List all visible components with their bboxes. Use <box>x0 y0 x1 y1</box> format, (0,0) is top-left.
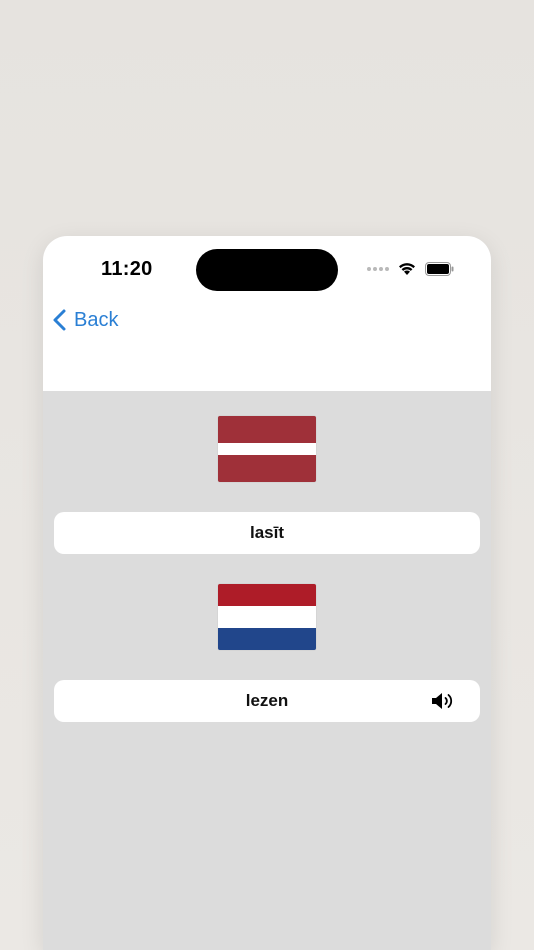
netherlands-flag-icon <box>218 584 316 650</box>
app-screen: 11:20 Back lasīt lezen <box>43 236 491 950</box>
dynamic-island <box>196 249 338 291</box>
target-word: lezen <box>245 691 289 710</box>
translation-content: lasīt lezen <box>43 391 491 950</box>
source-word: lasīt <box>249 523 285 542</box>
target-word-card: lezen <box>54 680 480 722</box>
back-label: Back <box>74 308 119 331</box>
cellular-signal-icon <box>367 266 389 271</box>
wifi-icon <box>399 263 415 275</box>
status-time: 11:20 <box>101 258 153 280</box>
latvia-flag-icon <box>218 416 316 482</box>
status-icons <box>367 261 455 276</box>
battery-icon <box>425 261 454 276</box>
navigation-header: 11:20 Back <box>43 236 491 391</box>
speaker-icon[interactable] <box>430 690 456 712</box>
source-word-card: lasīt <box>54 512 480 554</box>
back-button[interactable]: Back <box>52 308 118 332</box>
chevron-left-icon <box>53 309 66 331</box>
